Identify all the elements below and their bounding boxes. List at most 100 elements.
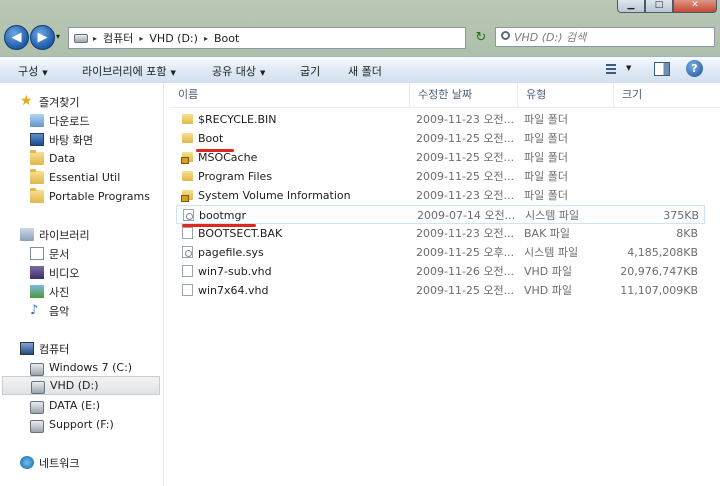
network-icon [20,456,34,469]
forward-button[interactable]: ▶ [30,25,55,50]
file-modified: 2009-11-25 오전... [416,170,515,183]
recent-pages-dropdown[interactable]: ▾ [56,32,60,41]
file-icon [182,227,193,239]
column-header-type[interactable]: 유형 [518,83,614,107]
explorer-content: ★ 즐겨찾기 다운로드 바탕 화면 Data Essential Util Po… [0,83,720,486]
nav-item-portable-programs[interactable]: Portable Programs [30,187,190,206]
nav-item-label: 음악 [49,304,70,318]
file-type: 파일 폴더 [524,170,568,183]
file-row[interactable]: Program Files 2009-11-25 오전... 파일 폴더 [176,167,705,186]
maximize-button[interactable]: □ [645,0,673,13]
folder-icon [30,188,44,203]
navigation-pane: ★ 즐겨찾기 다운로드 바탕 화면 Data Essential Util Po… [0,83,164,486]
file-icon [182,265,193,277]
file-row[interactable]: $RECYCLE.BIN 2009-11-23 오전... 파일 폴더 [176,110,705,129]
include-in-library-button[interactable]: 라이브러리에 포함 ▼ [82,63,176,79]
nav-computer-label: 컴퓨터 [39,342,70,356]
nav-item-downloads[interactable]: 다운로드 [30,111,190,130]
help-button[interactable]: ? [686,60,703,77]
breadcrumb-computer[interactable]: 컴퓨터 [99,30,137,46]
system-file-icon [183,209,194,221]
file-row[interactable]: bootmgr 2009-07-14 오전... 시스템 파일 375KB [176,205,705,224]
file-modified: 2009-11-25 오전... [416,284,515,297]
file-modified: 2009-11-23 오전... [416,189,515,202]
column-header-name[interactable]: 이름 [170,83,410,107]
nav-item-essential-util[interactable]: Essential Util [30,168,190,187]
folder-icon [30,169,44,184]
preview-pane-icon[interactable] [654,62,670,76]
new-folder-button[interactable]: 새 폴더 [348,63,382,79]
refresh-button[interactable]: ↻ [471,27,491,47]
window-controls: ▁ □ ✕ [617,0,717,13]
nav-item-data[interactable]: Data [30,149,190,168]
nav-item-drive-c[interactable]: Windows 7 (C:) [30,358,190,377]
view-options-dropdown[interactable]: ▼ [626,64,631,72]
chevron-down-icon: ▼ [42,69,48,77]
desktop-icon [30,133,44,146]
nav-item-videos[interactable]: 비디오 [30,263,190,282]
drive-icon [30,363,44,376]
file-icon [182,284,193,296]
library-icon [20,228,34,241]
search-input[interactable]: VHD (D:) 검색 [495,27,715,47]
view-options-icon[interactable] [606,64,616,74]
downloads-folder-icon [30,114,44,127]
nav-computer[interactable]: 컴퓨터 [20,339,180,358]
file-type: 시스템 파일 [524,246,579,259]
nav-network-label: 네트워크 [39,456,80,470]
organize-button[interactable]: 구성 ▼ [18,63,48,79]
file-row[interactable]: Boot 2009-11-25 오전... 파일 폴더 [176,129,705,148]
nav-item-drive-d[interactable]: VHD (D:) [2,376,160,395]
chevron-down-icon: ▼ [259,69,266,77]
breadcrumb-vhd-drive[interactable]: VHD (D:) [145,32,202,45]
breadcrumb-separator[interactable]: ▸ [91,34,99,43]
navigation-bar: ◀ ▶ ▾ ▸ 컴퓨터 ▸ VHD (D:) ▸ Boot ↻ VHD (D:)… [0,24,720,54]
breadcrumb-separator[interactable]: ▸ [137,34,145,43]
organize-label: 구성 [18,65,39,78]
file-row[interactable]: System Volume Information 2009-11-23 오전..… [176,186,705,205]
column-header-modified[interactable]: 수정한 날짜 [410,83,518,107]
nav-item-label: 문서 [49,247,70,261]
breadcrumb-boot[interactable]: Boot [210,32,243,45]
file-row[interactable]: win7-sub.vhd 2009-11-26 오전... VHD 파일 20,976… [176,262,705,281]
file-modified: 2009-11-26 오전... [416,265,515,278]
nav-item-documents[interactable]: 문서 [30,244,190,263]
file-size: 8KB [676,227,698,240]
nav-item-label: Data [49,152,76,165]
nav-item-pictures[interactable]: 사진 [30,282,190,301]
file-modified: 2009-11-25 오전... [416,151,515,164]
close-button[interactable]: ✕ [673,0,717,13]
breadcrumb-separator[interactable]: ▸ [202,34,210,43]
nav-item-drive-e[interactable]: DATA (E:) [30,396,190,415]
column-header-size[interactable]: 크기 [614,83,702,107]
documents-icon [30,247,44,260]
nav-item-desktop[interactable]: 바탕 화면 [30,130,190,149]
command-bar: 구성 ▼ 라이브러리에 포함 ▼ 공유 대상 ▼ 굽기 새 폴더 ▼ ? [0,56,720,84]
nav-item-music[interactable]: ♪ 음악 [30,301,190,320]
nav-favorites[interactable]: ★ 즐겨찾기 [20,92,180,111]
share-with-button[interactable]: 공유 대상 ▼ [212,63,265,79]
nav-libraries[interactable]: 라이브러리 [20,225,180,244]
address-bar[interactable]: ▸ 컴퓨터 ▸ VHD (D:) ▸ Boot [68,27,466,49]
file-modified: 2009-11-23 오전... [416,113,515,126]
nav-item-drive-f[interactable]: Support (F:) [30,415,190,434]
file-row[interactable]: MSOCache 2009-11-25 오전... 파일 폴더 [176,148,705,167]
nav-item-label: Portable Programs [49,190,150,203]
file-row[interactable]: BOOTSECT.BAK 2009-11-23 오전... BAK 파일 8KB [176,224,705,243]
drive-icon [30,420,44,433]
file-modified: 2009-11-25 오후... [416,246,515,259]
drive-icon [31,381,45,394]
back-button[interactable]: ◀ [4,25,29,50]
file-row[interactable]: pagefile.sys 2009-11-25 오후... 시스템 파일 4,185,… [176,243,705,262]
file-size: 4,185,208KB [627,246,698,259]
nav-libraries-label: 라이브러리 [39,228,90,242]
file-type: 파일 폴더 [524,132,568,145]
star-icon: ★ [20,93,33,109]
burn-button[interactable]: 굽기 [300,63,320,79]
annotation-underline-boot [196,149,234,152]
nav-network[interactable]: 네트워크 [20,453,180,472]
file-row[interactable]: win7x64.vhd 2009-11-25 오전... VHD 파일 11,107,… [176,281,705,300]
drive-icon [30,401,44,414]
search-placeholder: VHD (D:) 검색 [514,31,587,44]
minimize-button[interactable]: ▁ [617,0,645,13]
